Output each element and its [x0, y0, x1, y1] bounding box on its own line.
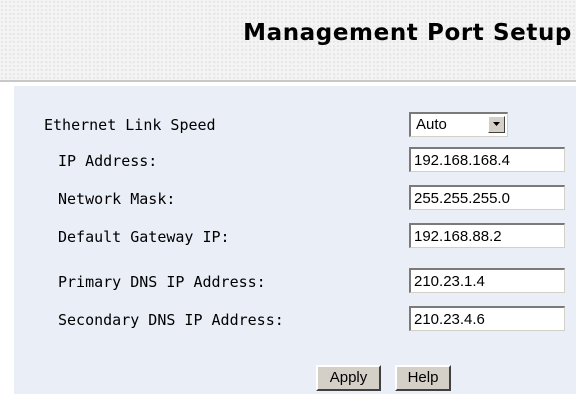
page-title: Management Port Setup — [243, 20, 572, 46]
header-divider — [0, 80, 576, 82]
secondary-dns-input[interactable] — [409, 306, 565, 331]
ip-address-label: IP Address: — [58, 152, 158, 170]
default-gateway-label: Default Gateway IP: — [58, 228, 230, 246]
primary-dns-label: Primary DNS IP Address: — [58, 273, 266, 291]
ethernet-link-speed-value: Auto — [416, 116, 447, 133]
apply-button[interactable]: Apply — [316, 365, 381, 391]
secondary-dns-label: Secondary DNS IP Address: — [58, 311, 284, 329]
help-button[interactable]: Help — [395, 365, 451, 391]
ip-address-input[interactable] — [409, 147, 565, 172]
dropdown-arrow-button[interactable] — [488, 116, 505, 133]
chevron-down-icon — [493, 122, 500, 126]
ethernet-link-speed-label: Ethernet Link Speed — [44, 116, 216, 134]
primary-dns-input[interactable] — [409, 268, 565, 293]
network-mask-label: Network Mask: — [58, 190, 176, 208]
page-header: Management Port Setup — [0, 0, 576, 80]
network-mask-input[interactable] — [409, 185, 565, 210]
ethernet-link-speed-select[interactable]: Auto — [409, 112, 508, 137]
page: Management Port Setup Ethernet Link Spee… — [0, 0, 576, 394]
default-gateway-input[interactable] — [409, 223, 565, 248]
